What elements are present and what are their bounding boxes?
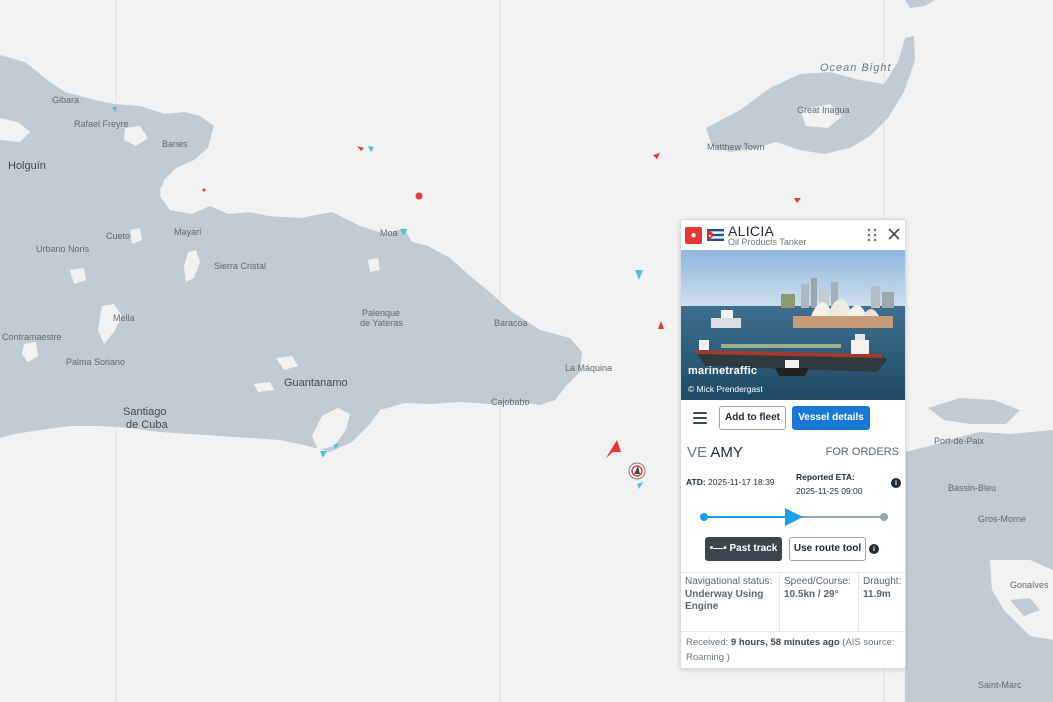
vessel-stats: Navigational status: Underway Using Engi… <box>681 572 905 632</box>
cuba-flag-icon <box>707 229 724 241</box>
svg-text:Banes: Banes <box>162 139 188 149</box>
track-icon: •—• <box>709 543 730 554</box>
svg-text:Cajobabo: Cajobabo <box>491 397 530 407</box>
svg-text:Urbano Noris: Urbano Noris <box>36 244 90 254</box>
use-route-tool-button[interactable]: Use route tool <box>789 537 866 561</box>
destination: VE AMY <box>687 444 743 461</box>
nav-status-cell: Navigational status: Underway Using Engi… <box>681 573 779 631</box>
atd-value: 2025-11-17 18:39 <box>708 477 775 487</box>
speed-course-value: 10.5kn / 29° <box>784 589 839 600</box>
draught-value: 11.9m <box>863 589 891 600</box>
svg-text:Moa: Moa <box>380 228 398 238</box>
tanker-type-icon: ● <box>685 227 702 244</box>
svg-text:Mella: Mella <box>113 313 135 323</box>
draught-cell: Draught: 11.9m <box>858 573 905 631</box>
photo-brand-watermark: marinetraffic <box>688 365 758 377</box>
drag-handle-icon[interactable] <box>867 228 877 242</box>
svg-text:Mayarí: Mayarí <box>174 227 202 237</box>
eta-value: 2025-11-25 09:00 <box>796 486 863 496</box>
progress-completed-line <box>704 516 794 518</box>
photo-credit: © Mick Prendergast <box>688 384 763 394</box>
speed-course-cell: Speed/Course: 10.5kn / 29° <box>779 573 858 631</box>
svg-text:Ocean Bight: Ocean Bight <box>820 62 892 74</box>
svg-text:Port-de-Paix: Port-de-Paix <box>934 436 985 446</box>
past-track-button[interactable]: •—• Past track <box>705 537 782 561</box>
add-to-fleet-button[interactable]: Add to fleet <box>719 406 786 430</box>
received-info: Received: 9 hours, 58 minutes ago (AIS s… <box>686 635 902 665</box>
eta-block: Reported ETA: 2025-11-25 09:00 <box>796 470 862 498</box>
vessel-position-arrow-icon <box>785 508 803 526</box>
popup-header: ● ALICIA Oil Products Tanker <box>681 220 905 250</box>
svg-text:Cueto: Cueto <box>106 231 130 241</box>
svg-text:Matthew Town: Matthew Town <box>707 142 764 152</box>
svg-text:Saint-Marc: Saint-Marc <box>978 680 1022 690</box>
svg-text:Palenque: Palenque <box>362 308 400 318</box>
draught-label: Draught: <box>863 576 902 587</box>
atd-block: ATD: 2025-11-17 18:39 <box>686 477 775 487</box>
vessel-details-button[interactable]: Vessel details <box>792 406 870 430</box>
destination-status: FOR ORDERS <box>825 446 899 458</box>
svg-text:Sierra Cristal: Sierra Cristal <box>214 261 266 271</box>
voyage-progress <box>700 507 888 527</box>
progress-remaining-line <box>794 516 884 518</box>
past-track-label: Past track <box>729 543 778 554</box>
svg-text:Baracoa: Baracoa <box>494 318 528 328</box>
svg-text:Palma Soriano: Palma Soriano <box>66 357 125 367</box>
vessel-type: Oil Products Tanker <box>728 237 807 247</box>
svg-text:Bassin-Bleu: Bassin-Bleu <box>948 483 996 493</box>
svg-text:Santiago: Santiago <box>123 406 166 418</box>
svg-text:Gonaïves: Gonaïves <box>1010 580 1049 590</box>
svg-text:Gibara: Gibara <box>52 95 79 105</box>
svg-text:Contramaestre: Contramaestre <box>2 332 62 342</box>
eta-label: Reported ETA: <box>796 472 855 482</box>
popup-actions: Add to fleet Vessel details <box>681 406 905 432</box>
nav-status-value: Underway Using Engine <box>685 589 764 612</box>
svg-text:Holguín: Holguín <box>8 160 46 172</box>
close-icon[interactable] <box>887 227 901 241</box>
svg-text:Great Inagua: Great Inagua <box>797 105 850 115</box>
destination-port: AMY <box>710 444 743 461</box>
hamburger-menu-icon[interactable] <box>693 412 707 424</box>
svg-text:Guantanamo: Guantanamo <box>284 377 348 389</box>
track-actions: •—• Past track Use route tool i <box>681 537 905 561</box>
atd-label: ATD: <box>686 477 706 487</box>
received-label: Received: <box>686 637 729 648</box>
eta-info-icon[interactable]: i <box>891 478 901 488</box>
vessel-photo[interactable]: marinetraffic © Mick Prendergast <box>681 250 905 400</box>
arrival-dot <box>880 513 888 521</box>
route-tool-info-icon[interactable]: i <box>869 544 879 554</box>
svg-text:Gros-Morne: Gros-Morne <box>978 514 1026 524</box>
svg-text:de Yateras: de Yateras <box>360 318 403 328</box>
vessel-popup: ● ALICIA Oil Products Tanker marinetraff… <box>680 219 906 669</box>
svg-text:Rafael Freyre: Rafael Freyre <box>74 119 129 129</box>
selected-vessel-target-icon <box>628 462 646 480</box>
svg-text:de Cuba: de Cuba <box>126 419 168 431</box>
destination-country-code: VE <box>687 444 708 461</box>
nav-status-label: Navigational status: <box>685 576 773 587</box>
speed-course-label: Speed/Course: <box>784 576 851 587</box>
received-value: 9 hours, 58 minutes ago <box>730 637 840 648</box>
svg-text:La Máquina: La Máquina <box>565 363 612 373</box>
